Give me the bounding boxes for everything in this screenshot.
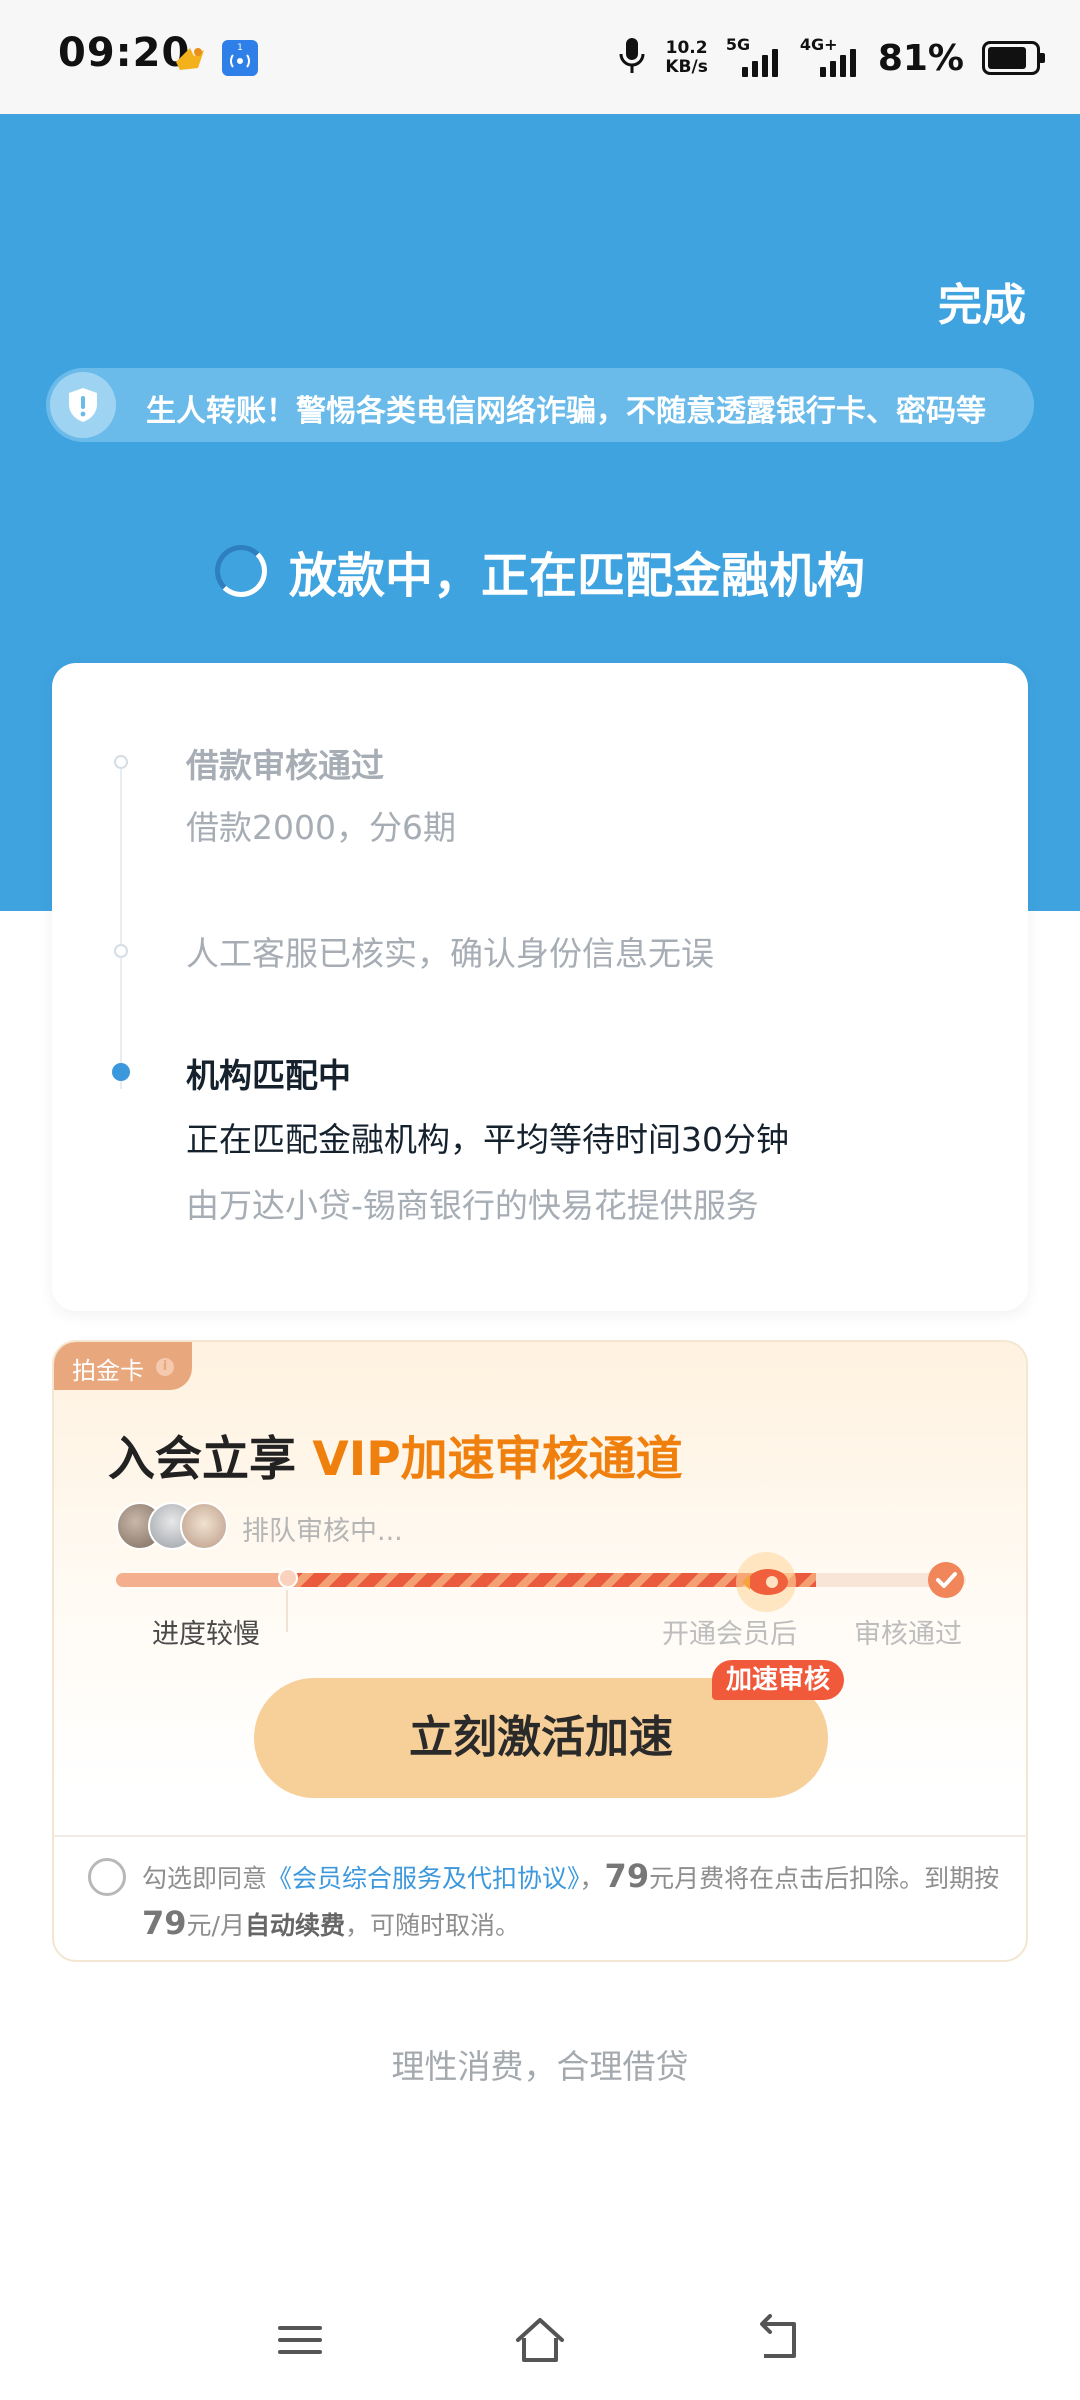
vip-heading-highlight: VIP加速审核通道 bbox=[312, 1432, 683, 1487]
battery-percent: 81% bbox=[877, 37, 964, 79]
menu-icon[interactable] bbox=[270, 2310, 330, 2370]
progress-tick bbox=[286, 1590, 288, 1632]
agreement-fee-1: 79 bbox=[604, 1857, 650, 1895]
done-button[interactable]: 完成 bbox=[938, 269, 1026, 333]
signal-icon: 5G bbox=[726, 35, 782, 77]
agreement-text: 勾选即同意《会员综合服务及代扣协议》，79元月费将在点击后扣除。到期按79元/月… bbox=[142, 1854, 1012, 1948]
agreement-prefix: 勾选即同意 bbox=[142, 1864, 268, 1893]
agreement-checkbox[interactable] bbox=[88, 1858, 126, 1896]
divider bbox=[54, 1835, 1026, 1837]
svg-text:1: 1 bbox=[237, 43, 243, 53]
status-bar: 09:20 1 10.2 KB/s 5G 4G+ 81% bbox=[0, 0, 1080, 114]
vip-tag: 拍金卡 i bbox=[54, 1342, 192, 1390]
info-icon[interactable]: i bbox=[156, 1358, 174, 1376]
speedup-badge: 加速审核 bbox=[712, 1660, 845, 1700]
agreement-suffix: ，可随时取消。 bbox=[344, 1911, 520, 1940]
battery-icon bbox=[982, 41, 1045, 75]
step3-detail: 正在匹配金融机构，平均等待时间30分钟 bbox=[186, 1120, 789, 1159]
avatar bbox=[180, 1502, 228, 1550]
progress-label-done: 审核通过 bbox=[854, 1619, 962, 1650]
timeline-dot-active bbox=[112, 1063, 130, 1081]
step1-title: 借款审核通过 bbox=[186, 746, 384, 785]
footer-slogan: 理性消费，合理借贷 bbox=[391, 2047, 689, 2086]
step3-provider: 由万达小贷-锡商银行的快易花提供服务 bbox=[186, 1186, 759, 1225]
progress-marker bbox=[278, 1568, 298, 1588]
anti-fraud-notice: 生人转账！警惕各类电信网络诈骗，不随意透露银行卡、密码等 bbox=[46, 368, 1034, 442]
timeline-dot-1 bbox=[114, 755, 128, 769]
check-icon bbox=[928, 1562, 964, 1598]
progress-label-member: 开通会员后 bbox=[662, 1619, 797, 1650]
agreement-auto-renew: 自动续费 bbox=[244, 1911, 345, 1940]
vip-heading: 入会立享 VIP加速审核通道 bbox=[108, 1420, 683, 1489]
home-icon[interactable] bbox=[510, 2310, 570, 2370]
timeline-line bbox=[120, 767, 122, 1089]
signal-icon-2: 4G+ bbox=[800, 35, 860, 77]
agreement-fee-2: 79 bbox=[142, 1904, 187, 1942]
system-navigation-bar bbox=[0, 2280, 1080, 2400]
vip-speedup-card: 拍金卡 i 入会立享 VIP加速审核通道 排队审核中... 进度较慢 开通会员后… bbox=[52, 1340, 1028, 1962]
step3-title: 机构匹配中 bbox=[186, 1056, 351, 1095]
network-speed: 10.2 KB/s bbox=[665, 39, 707, 77]
agreement-link[interactable]: 《会员综合服务及代扣协议》 bbox=[267, 1864, 580, 1893]
loading-title: 放款中，正在匹配金融机构 bbox=[288, 548, 865, 604]
loading-status: 放款中，正在匹配金融机构 bbox=[0, 531, 1080, 611]
status-time: 09:20 bbox=[58, 30, 191, 76]
agreement-middle-2: 元/月 bbox=[186, 1911, 245, 1940]
back-icon[interactable] bbox=[750, 2310, 810, 2370]
loading-spinner-icon bbox=[214, 545, 267, 597]
step1-detail: 借款2000，分6期 bbox=[186, 808, 456, 847]
sim1-label: 5G bbox=[725, 35, 751, 54]
app-notification-icon bbox=[172, 40, 208, 76]
net-speed-value: 10.2 bbox=[665, 38, 708, 58]
notice-marquee-text: 生人转账！警惕各类电信网络诈骗，不随意透露银行卡、密码等 bbox=[146, 394, 986, 429]
progress-timeline-card: 借款审核通过 借款2000，分6期 人工客服已核实，确认身份信息无误 机构匹配中… bbox=[52, 663, 1028, 1311]
net-speed-unit: KB/s bbox=[665, 57, 708, 77]
sim2-label: 4G+ bbox=[799, 35, 838, 54]
progress-label-slow: 进度较慢 bbox=[152, 1619, 260, 1650]
vip-tag-label: 拍金卡 bbox=[72, 1357, 144, 1385]
hotspot-icon: 1 bbox=[222, 40, 258, 76]
step2-title: 人工客服已核实，确认身份信息无误 bbox=[186, 934, 714, 973]
queue-status-text: 排队审核中... bbox=[242, 1516, 403, 1547]
microphone-icon bbox=[617, 36, 647, 80]
queue-avatars bbox=[116, 1502, 236, 1550]
speedup-progress-bar bbox=[116, 1568, 966, 1588]
agreement-middle-1: 元月费将在点击后扣除。到期按 bbox=[649, 1864, 1000, 1893]
shield-icon bbox=[50, 372, 116, 438]
progress-slow-segment bbox=[116, 1573, 286, 1587]
timeline-dot-2 bbox=[114, 944, 128, 958]
agreement-separator: ， bbox=[579, 1864, 605, 1893]
rocket-icon bbox=[734, 1550, 798, 1614]
vip-heading-prefix: 入会立享 bbox=[108, 1432, 313, 1487]
